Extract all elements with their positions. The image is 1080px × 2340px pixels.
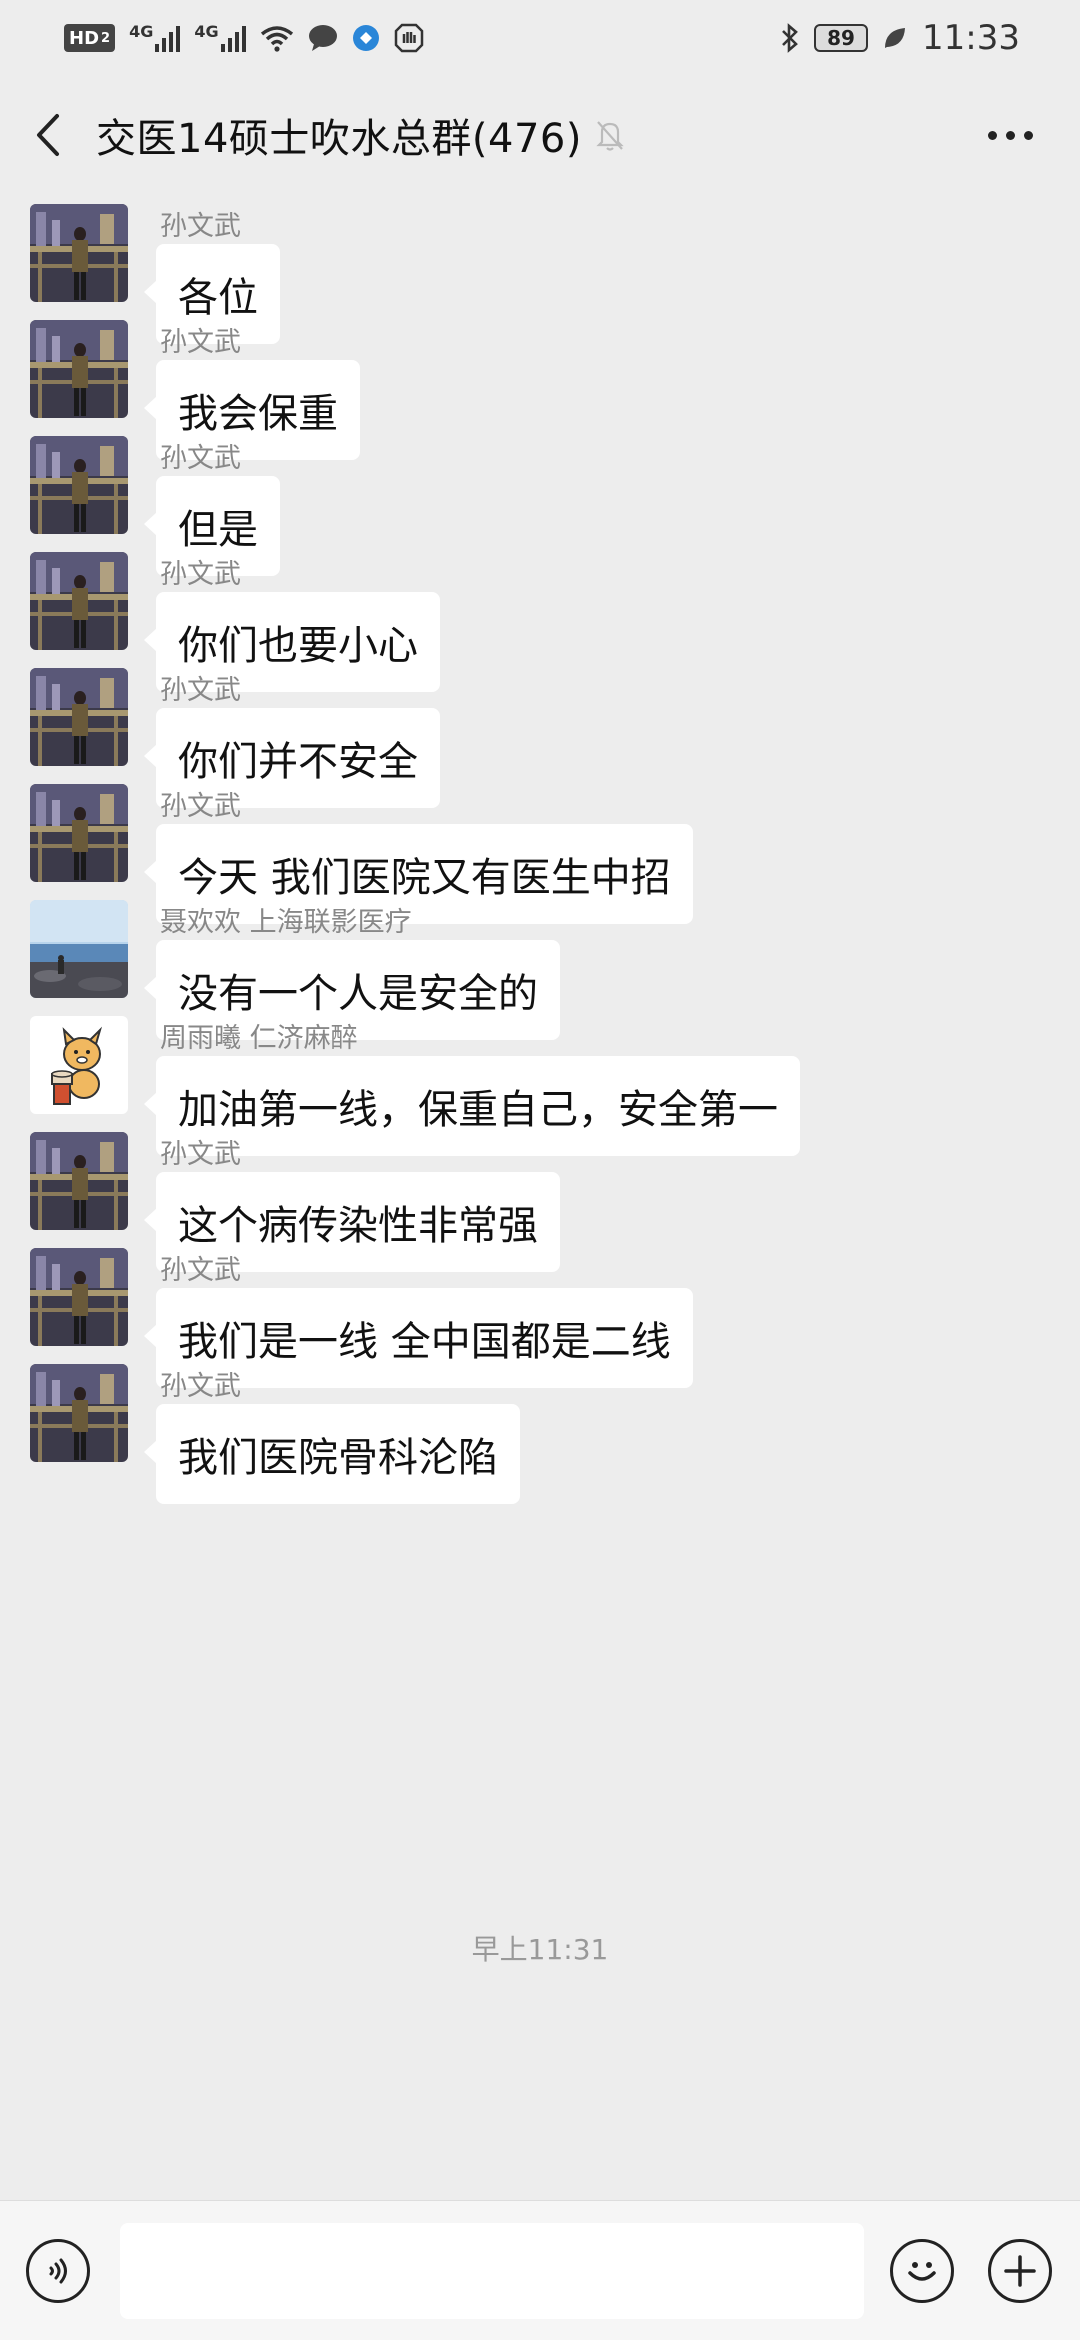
sender-name: 孙文武	[160, 327, 241, 358]
sender-avatar[interactable]	[30, 552, 128, 650]
sender-name: 周雨曦 仁济麻醉	[160, 1023, 358, 1054]
input-bar	[0, 2200, 1080, 2340]
browser-app-icon	[352, 25, 379, 51]
chat-header: 交医14硕士吹水总群(476)	[0, 76, 1080, 194]
voice-icon	[49, 2258, 67, 2284]
message-timestamp: 早上11:31	[471, 1933, 609, 1966]
sender-name: 孙文武	[160, 559, 241, 590]
sender-name: 孙文武	[160, 675, 241, 706]
app-notification-icon	[394, 23, 423, 53]
signal-2: 4G	[194, 22, 246, 52]
signal-bars-icon	[220, 24, 246, 52]
more-dot	[1005, 130, 1015, 140]
hd-sub-label: 2	[101, 30, 111, 46]
more-dot	[987, 130, 997, 140]
bell-slash-icon	[594, 118, 626, 152]
status-right: 89 11:33	[780, 18, 1020, 58]
emoji-button[interactable]	[890, 2239, 954, 2303]
status-bar: HD 2 4G 4G 89 11:33	[0, 0, 1080, 76]
sender-name: 孙文武	[160, 791, 241, 822]
sender-avatar[interactable]	[30, 784, 128, 882]
message-bubble[interactable]: 我们医院骨科沦陷	[144, 1404, 520, 1504]
signal-1: 4G	[129, 22, 181, 52]
sender-avatar[interactable]	[30, 1016, 128, 1114]
sender-name: 孙文武	[160, 1139, 241, 1170]
sender-avatar[interactable]	[30, 204, 128, 302]
sender-name: 孙文武	[160, 1255, 241, 1286]
signal-bars-icon	[155, 24, 181, 52]
more-options-button[interactable]	[960, 76, 1060, 194]
message-notification-icon	[308, 25, 337, 51]
message-list[interactable]: 孙文武 各位 孙文武 我会保重 孙文武 但是 孙文武 你们也要小心 孙文武 你们…	[0, 194, 1080, 2154]
bluetooth-icon	[782, 23, 798, 53]
chat-title[interactable]: 交医14硕士吹水总群(476)	[96, 106, 582, 164]
sender-name: 孙文武	[160, 443, 241, 474]
battery-indicator: 89	[814, 24, 869, 52]
status-left: HD 2 4G 4G	[64, 23, 424, 53]
sender-avatar[interactable]	[30, 668, 128, 766]
add-button[interactable]	[988, 2239, 1052, 2303]
plus-icon	[1004, 2255, 1036, 2287]
chevron-left-icon	[37, 114, 59, 156]
sender-avatar[interactable]	[30, 320, 128, 418]
hd-label: HD	[69, 27, 100, 49]
leaf-icon	[885, 28, 906, 48]
voice-input-button[interactable]	[26, 2239, 90, 2303]
sender-name: 孙文武	[160, 1371, 241, 1402]
wifi-icon	[260, 26, 293, 52]
hd-indicator: HD 2	[64, 24, 116, 52]
sender-avatar[interactable]	[30, 1248, 128, 1346]
sender-avatar[interactable]	[30, 1364, 128, 1462]
sender-avatar[interactable]	[30, 1132, 128, 1230]
sender-avatar[interactable]	[30, 900, 128, 998]
message-input[interactable]	[120, 2223, 864, 2319]
sender-name: 孙文武	[160, 211, 241, 242]
back-button[interactable]	[0, 76, 96, 194]
more-dot	[1023, 130, 1033, 140]
network-type-2: 4G	[194, 22, 219, 41]
message-bubble[interactable]: 加油第一线，保重自己，安全第一	[144, 1056, 800, 1156]
status-time: 11:33	[922, 18, 1020, 58]
sender-name: 聂欢欢 上海联影医疗	[160, 907, 412, 938]
emoji-icon	[908, 2262, 936, 2281]
sender-avatar[interactable]	[30, 436, 128, 534]
network-type-1: 4G	[129, 22, 154, 41]
